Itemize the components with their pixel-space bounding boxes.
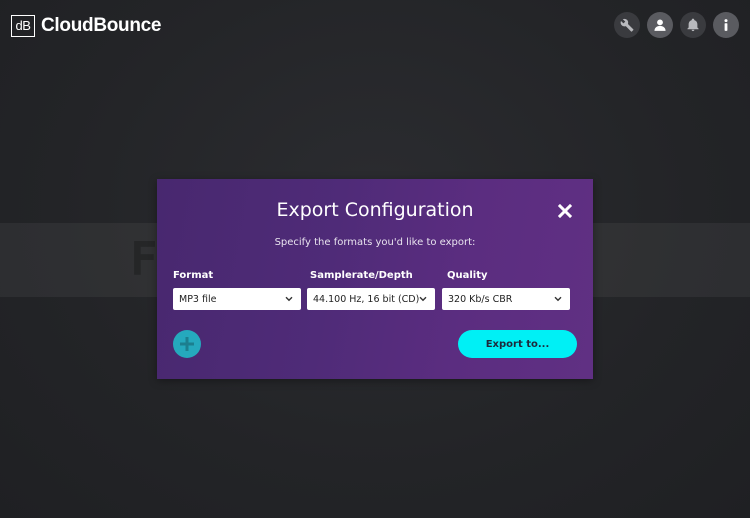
header-toolbar: [614, 12, 739, 38]
add-format-button[interactable]: [173, 330, 201, 358]
close-button[interactable]: [557, 203, 573, 219]
wrench-icon: [620, 18, 634, 32]
quality-select[interactable]: 320 Kb/s CBR: [442, 288, 570, 310]
chevron-down-icon: [419, 296, 427, 302]
samplerate-select[interactable]: 44.100 Hz, 16 bit (CD): [307, 288, 435, 310]
dialog-title: Export Configuration: [276, 199, 474, 221]
info-button[interactable]: [713, 12, 739, 38]
samplerate-label: Samplerate/Depth: [310, 270, 413, 281]
settings-button[interactable]: [614, 12, 640, 38]
user-icon: [654, 19, 666, 31]
export-to-button[interactable]: Export to...: [458, 330, 577, 358]
app-name: CloudBounce: [41, 15, 162, 36]
format-label: Format: [173, 270, 214, 281]
info-icon: [724, 19, 728, 31]
plus-icon: [180, 337, 194, 351]
format-value: MP3 file: [179, 293, 217, 305]
chevron-down-icon: [285, 296, 293, 302]
quality-value: 320 Kb/s CBR: [448, 293, 513, 305]
chevron-down-icon: [554, 296, 562, 302]
format-select[interactable]: MP3 file: [173, 288, 301, 310]
close-icon: [557, 203, 573, 219]
bell-icon: [687, 18, 699, 32]
notifications-button[interactable]: [680, 12, 706, 38]
app-logo: dB CloudBounce: [11, 15, 162, 37]
logo-mark: dB: [11, 15, 35, 37]
account-button[interactable]: [647, 12, 673, 38]
samplerate-value: 44.100 Hz, 16 bit (CD): [313, 293, 420, 305]
export-configuration-dialog: Export Configuration Specify the formats…: [157, 179, 593, 379]
quality-label: Quality: [447, 270, 488, 281]
dialog-subtitle: Specify the formats you'd like to export…: [274, 237, 476, 248]
